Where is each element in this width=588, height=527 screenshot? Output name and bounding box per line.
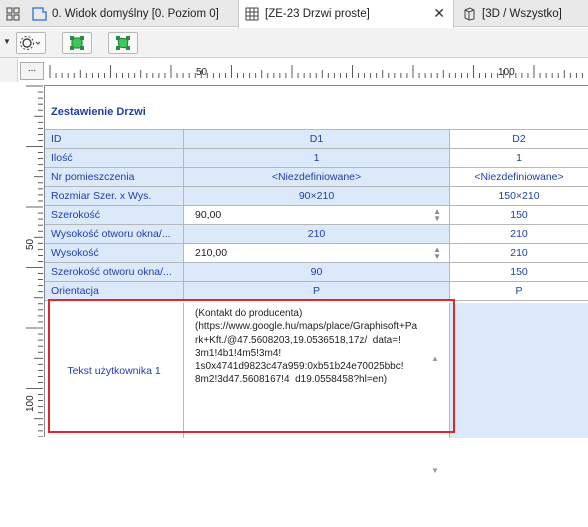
d2-cell[interactable]: 150×210 bbox=[450, 187, 588, 206]
select-box-icon bbox=[70, 36, 84, 50]
d2-cell[interactable]: 1 bbox=[450, 149, 588, 168]
row-label: Rozmiar Szer. x Wys. bbox=[45, 187, 184, 206]
toolbar: ▼ bbox=[0, 28, 588, 58]
ruler-label: 50 bbox=[25, 238, 36, 250]
schedule-title-row: Zestawienie Drzwi bbox=[45, 86, 588, 130]
table-row[interactable]: Nr pomieszczenia <Niezdefiniowane> <Niez… bbox=[45, 168, 588, 187]
d1-cell[interactable]: 1 bbox=[184, 149, 450, 168]
row-label: Wysokość otworu okna/... bbox=[45, 225, 184, 244]
grid-icon bbox=[4, 5, 22, 23]
d1-input-cell[interactable]: 90,00 ▲ ▼ bbox=[184, 206, 450, 225]
table-icon bbox=[243, 5, 261, 23]
d2-cell[interactable]: 210 bbox=[450, 244, 588, 263]
row-label: Nr pomieszczenia bbox=[45, 168, 184, 187]
row-label: ID bbox=[45, 130, 184, 149]
table-row[interactable]: Wysokość otworu okna/... 210 210 bbox=[45, 225, 588, 244]
tab-label: [3D / Wszystko] bbox=[482, 7, 562, 20]
d1-input-cell[interactable]: 210,00 ▲ ▼ bbox=[184, 244, 450, 263]
d2-cell[interactable]: P bbox=[450, 282, 588, 301]
ruler-label: 100 bbox=[25, 395, 36, 412]
tab-label: 0. Widok domyślny [0. Poziom 0] bbox=[52, 7, 219, 20]
d1-cell[interactable]: 90 bbox=[184, 263, 450, 282]
select-element-button[interactable] bbox=[62, 32, 92, 54]
horizontal-ruler: 50 100 bbox=[46, 62, 588, 82]
d2-cell[interactable] bbox=[450, 303, 588, 438]
d1-cell[interactable]: 210 bbox=[184, 225, 450, 244]
d2-cell[interactable]: D2 bbox=[450, 130, 588, 149]
table-row[interactable]: Wysokość 210,00 ▲ ▼ 210 bbox=[45, 244, 588, 263]
row-label: Wysokość bbox=[45, 244, 184, 263]
tab-schedule[interactable]: [ZE-23 Drzwi proste] ✕ bbox=[238, 0, 454, 28]
highlight-frame bbox=[48, 299, 455, 433]
table-row[interactable]: ID D1 D2 bbox=[45, 130, 588, 149]
dropdown-arrow-icon[interactable]: ▼ bbox=[3, 37, 11, 46]
d1-value: 90,00 bbox=[195, 209, 222, 221]
row-label: Ilość bbox=[45, 149, 184, 168]
d2-cell[interactable]: <Niezdefiniowane> bbox=[450, 168, 588, 187]
spinner-icon[interactable]: ▲ ▼ bbox=[433, 246, 441, 261]
table-row[interactable]: Szerokość otworu okna/... 90 150 bbox=[45, 263, 588, 282]
tab-floor-plan[interactable]: 0. Widok domyślny [0. Poziom 0] bbox=[0, 0, 235, 27]
d2-cell[interactable]: 210 bbox=[450, 225, 588, 244]
d2-cell[interactable]: 150 bbox=[450, 263, 588, 282]
close-icon[interactable]: ✕ bbox=[433, 5, 445, 22]
d2-cell[interactable]: 150 bbox=[450, 206, 588, 225]
select-all-icon bbox=[116, 36, 130, 50]
gear-icon bbox=[20, 36, 41, 50]
select-all-button[interactable] bbox=[108, 32, 138, 54]
plan-icon bbox=[30, 5, 48, 23]
ruler-menu-button[interactable]: ... bbox=[20, 62, 44, 80]
tab-3d[interactable]: [3D / Wszystko] bbox=[456, 0, 588, 27]
ruler-label: 50 bbox=[196, 67, 208, 78]
settings-button[interactable] bbox=[16, 32, 46, 54]
d1-value: 210,00 bbox=[195, 247, 228, 259]
ruler-label: 100 bbox=[498, 67, 515, 78]
tab-label: [ZE-23 Drzwi proste] bbox=[265, 8, 370, 20]
vertical-ruler: 50 100 bbox=[0, 82, 44, 437]
row-label: Szerokość bbox=[45, 206, 184, 225]
schedule-title: Zestawienie Drzwi bbox=[51, 106, 146, 118]
spinner-icon[interactable]: ▲ ▼ bbox=[433, 208, 441, 223]
table-row[interactable]: Ilość 1 1 bbox=[45, 149, 588, 168]
cube-icon bbox=[460, 5, 478, 23]
table-row[interactable]: Rozmiar Szer. x Wys. 90×210 150×210 bbox=[45, 187, 588, 206]
tab-bar: 0. Widok domyślny [0. Poziom 0] [ZE-23 D… bbox=[0, 0, 588, 28]
d1-cell[interactable]: D1 bbox=[184, 130, 450, 149]
table-row[interactable]: Szerokość 90,00 ▲ ▼ 150 bbox=[45, 206, 588, 225]
d1-cell[interactable]: 90×210 bbox=[184, 187, 450, 206]
row-label: Szerokość otworu okna/... bbox=[45, 263, 184, 282]
d1-cell[interactable]: <Niezdefiniowane> bbox=[184, 168, 450, 187]
